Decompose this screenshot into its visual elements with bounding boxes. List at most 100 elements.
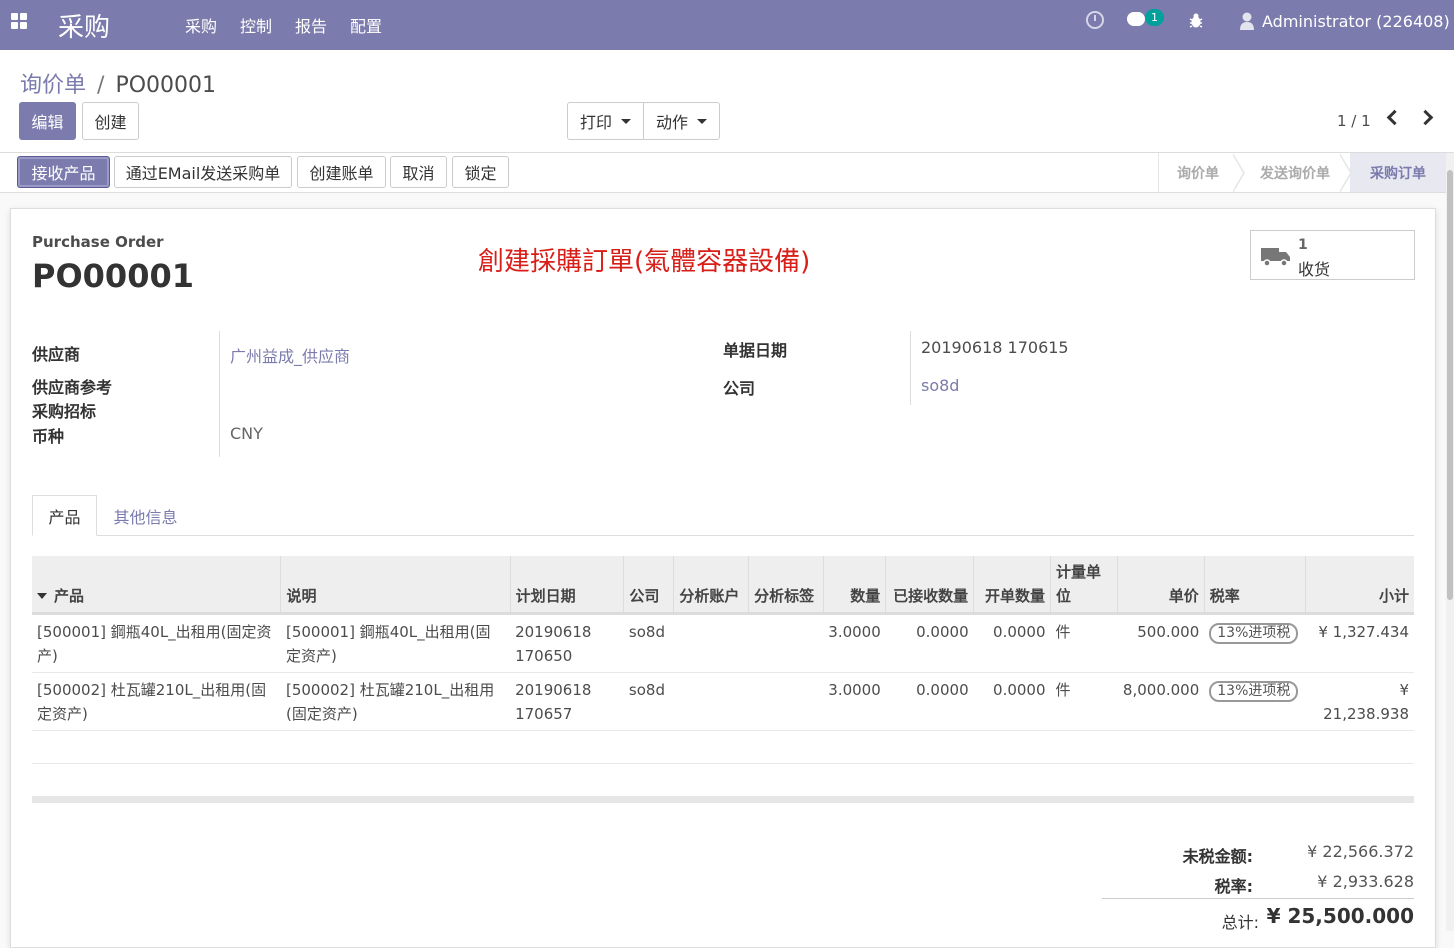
sidebar-actions: 打印 动作 [567, 102, 721, 140]
column-header-description[interactable]: 说明 [280, 556, 511, 615]
empty-row [32, 763, 1414, 797]
cell-taxes: 13%进项税 [1204, 613, 1305, 673]
cell-date: 20190618 170657 [510, 672, 624, 731]
cell-analytic-tags [748, 613, 824, 673]
sort-caret-icon [37, 593, 47, 599]
column-header-uom[interactable]: 计量单位 [1050, 556, 1118, 615]
stage-rfq-sent[interactable]: 发送询价单 [1245, 153, 1345, 192]
pager-previous-icon[interactable] [1386, 109, 1403, 126]
user-avatar-icon[interactable] [1240, 12, 1254, 30]
menu-item-configuration[interactable]: 配置 [350, 13, 382, 37]
breadcrumb: 询价单 / PO00001 [20, 67, 216, 99]
tax-amount-value: ¥ 2,933.628 [1317, 872, 1414, 891]
stage-purchase-order[interactable]: 采购订单 [1350, 153, 1446, 192]
chat-icon[interactable] [1127, 12, 1145, 26]
lock-button[interactable]: 锁定 [452, 156, 509, 188]
column-header-analytic-account[interactable]: 分析账户 [673, 556, 749, 615]
column-header-product[interactable]: 产品 [32, 556, 281, 615]
untaxed-amount-label: 未税金额: [1182, 847, 1253, 866]
table-header-row: 产品 说明 计划日期 公司 分析账户 分析标签 数量 已接收数量 开单数量 计量… [32, 556, 1414, 615]
column-header-company[interactable]: 公司 [623, 556, 674, 615]
tab-other-info[interactable]: 其他信息 [104, 495, 187, 536]
cell-subtotal: ¥ 1,327.434 [1305, 613, 1414, 673]
tender-label: 采购招标 [32, 402, 97, 421]
tab-products[interactable]: 产品 [32, 495, 97, 536]
stage-rfq[interactable]: 询价单 [1159, 153, 1237, 192]
activity-clock-icon[interactable] [1086, 11, 1104, 29]
receive-products-button[interactable]: 接收产品 [17, 156, 110, 188]
empty-row [32, 730, 1414, 764]
cell-billed: 0.0000 [973, 672, 1051, 731]
column-header-subtotal[interactable]: 小计 [1304, 556, 1414, 615]
currency-value: CNY [230, 424, 263, 443]
action-dropdown[interactable]: 动作 [643, 103, 719, 139]
cell-analytic-account [673, 672, 749, 731]
column-header-unit-price[interactable]: 单价 [1116, 556, 1205, 615]
action-label: 动作 [656, 113, 689, 132]
column-header-analytic-tags[interactable]: 分析标签 [748, 556, 824, 615]
table-footer [32, 796, 1414, 803]
notebook-tabs: 产品 其他信息 [32, 495, 1414, 536]
cell-received: 0.0000 [885, 613, 974, 673]
company-label: 公司 [723, 379, 756, 398]
control-panel: 询价单 / PO00001 编辑 创建 打印 动作 1 / 1 [0, 50, 1454, 153]
breadcrumb-separator: / [97, 73, 105, 98]
cell-description: [500001] 鋼瓶40L_出租用(固定资产) [280, 613, 511, 673]
total-value: ¥ 25,500.000 [1266, 904, 1414, 928]
table-row[interactable]: [500002] 杜瓦罐210L_出租用(固定资产) [500002] 杜瓦罐2… [32, 672, 1414, 731]
page-scrollbar-thumb[interactable] [1447, 170, 1453, 600]
print-label: 打印 [580, 113, 613, 132]
cell-uom: 件 [1050, 672, 1118, 731]
cell-uom: 件 [1050, 613, 1118, 673]
column-header-quantity[interactable]: 数量 [822, 556, 886, 615]
app-title: 采购 [58, 13, 111, 43]
table-row[interactable]: [500001] 鋼瓶40L_出租用(固定资产) [500001] 鋼瓶40L_… [32, 613, 1414, 673]
create-bill-button[interactable]: 创建账单 [297, 156, 386, 188]
vendor-value[interactable]: 广州益成_供应商 [230, 343, 350, 367]
untaxed-amount-value: ¥ 22,566.372 [1307, 842, 1414, 861]
field-divider [219, 331, 220, 457]
cell-quantity: 3.0000 [823, 672, 886, 731]
field-divider [910, 331, 911, 405]
breadcrumb-parent[interactable]: 询价单 [20, 73, 86, 98]
order-lines-table: 产品 说明 计划日期 公司 分析账户 分析标签 数量 已接收数量 开单数量 计量… [32, 556, 1414, 797]
stage-arrow [1232, 153, 1245, 193]
send-po-email-button[interactable]: 通过EMail发送采购单 [114, 156, 292, 188]
user-menu[interactable]: Administrator (226408) [1262, 12, 1450, 31]
cancel-button[interactable]: 取消 [390, 156, 447, 188]
total-label: 总计: [1221, 913, 1259, 932]
vendor-label: 供应商 [32, 345, 81, 364]
column-header-billed-qty[interactable]: 开单数量 [973, 556, 1051, 615]
receipts-label: 收货 [1298, 260, 1331, 279]
cell-date: 20190618 170650 [510, 613, 624, 673]
menu-item-purchase[interactable]: 采购 [185, 13, 217, 37]
company-value[interactable]: so8d [921, 376, 959, 395]
create-button[interactable]: 创建 [82, 102, 139, 140]
column-header-scheduled-date[interactable]: 计划日期 [509, 556, 624, 615]
column-header-received-qty[interactable]: 已接收数量 [885, 556, 974, 615]
edit-button[interactable]: 编辑 [19, 102, 76, 140]
cell-product: [500002] 杜瓦罐210L_出租用(固定资产) [32, 672, 281, 731]
pager-next-icon[interactable] [1417, 109, 1434, 126]
cell-product: [500001] 鋼瓶40L_出租用(固定资产) [32, 613, 281, 673]
main-menu: 采购 控制 报告 配置 [185, 13, 405, 37]
cell-analytic-account [673, 613, 749, 673]
column-header-taxes[interactable]: 税率 [1203, 556, 1305, 615]
tax-tag: 13%进项税 [1209, 622, 1299, 644]
apps-grid-icon[interactable] [11, 13, 27, 29]
column-label: 产品 [54, 586, 85, 605]
vendor-reference-label: 供应商参考 [32, 378, 113, 397]
caret-down-icon [697, 118, 708, 124]
currency-label: 币种 [32, 427, 65, 446]
debug-bug-icon[interactable] [1189, 13, 1203, 29]
stage-arrow [1339, 153, 1352, 193]
menu-item-control[interactable]: 控制 [240, 13, 272, 37]
form-statusbar: 接收产品 通过EMail发送采购单 创建账单 取消 锁定 询价单 发送询价单 采… [0, 153, 1446, 193]
receipts-count: 1 [1298, 237, 1308, 253]
cell-received: 0.0000 [885, 672, 974, 731]
menu-item-reporting[interactable]: 报告 [295, 13, 327, 37]
print-dropdown[interactable]: 打印 [568, 103, 643, 139]
receipts-smart-button[interactable]: 1 收货 [1250, 230, 1415, 280]
cell-analytic-tags [748, 672, 824, 731]
pager-value[interactable]: 1 / 1 [1337, 112, 1371, 130]
